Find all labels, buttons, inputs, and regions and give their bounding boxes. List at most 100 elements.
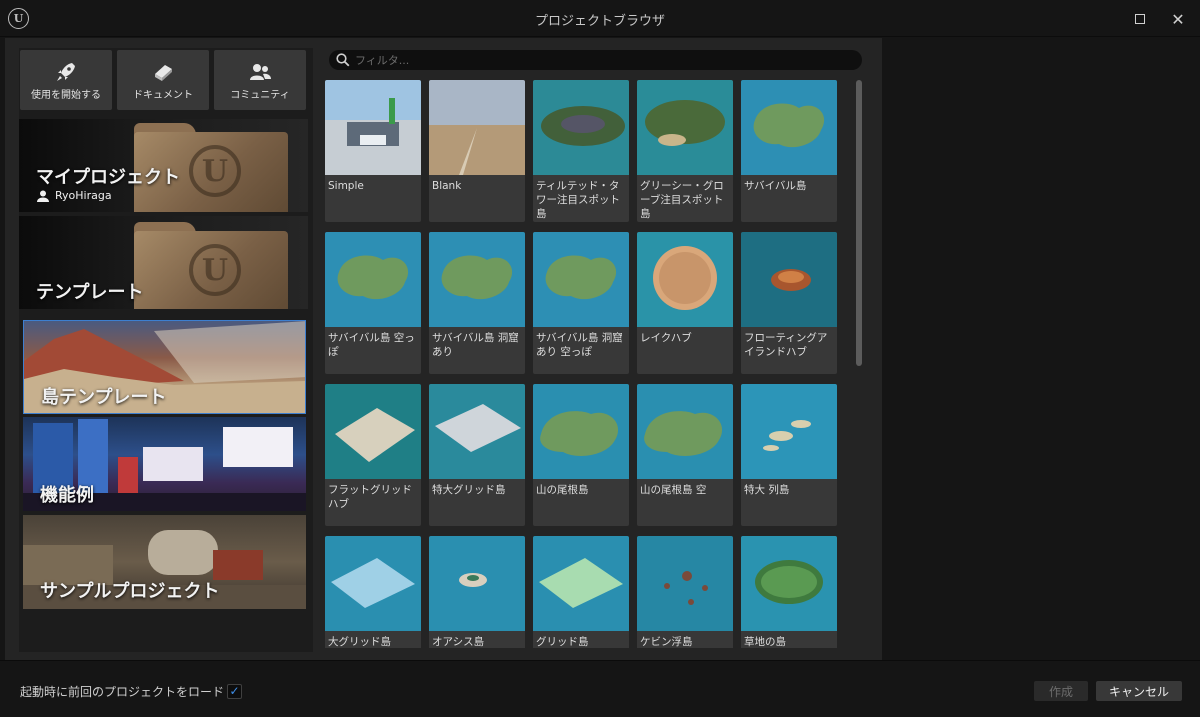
template-label: ティルテッド・タワー注目スポット島 bbox=[536, 180, 620, 220]
get-started-label: 使用を開始する bbox=[31, 90, 101, 101]
folder-icon: U bbox=[134, 222, 288, 309]
template-tile[interactable]: 山の尾根島 bbox=[533, 384, 629, 526]
template-thumbnail bbox=[741, 384, 837, 479]
template-thumbnail bbox=[533, 384, 629, 479]
template-label: サバイバル島 空っぽ bbox=[328, 332, 415, 358]
details-panel bbox=[882, 38, 1200, 660]
template-thumbnail bbox=[429, 536, 525, 631]
template-label: サバイバル島 bbox=[744, 180, 807, 192]
template-tile[interactable]: 特大グリッド島 bbox=[429, 384, 525, 526]
template-label: 特大グリッド島 bbox=[432, 484, 506, 496]
template-label: ケビン浮島 bbox=[640, 636, 693, 648]
template-tile[interactable]: フラットグリッドハブ bbox=[325, 384, 421, 526]
create-button[interactable]: 作成 bbox=[1034, 681, 1088, 701]
template-label: グリーシー・グローブ注目スポット島 bbox=[640, 180, 724, 220]
template-tile[interactable]: フローティングアイランドハブ bbox=[741, 232, 837, 374]
cancel-button[interactable]: キャンセル bbox=[1096, 681, 1182, 701]
template-thumbnail bbox=[741, 232, 837, 327]
user-name-label: RyoHiraga bbox=[55, 189, 112, 202]
book-icon bbox=[155, 65, 172, 81]
filter-search-box[interactable] bbox=[329, 50, 862, 70]
category-sample-projects[interactable]: サンプルプロジェクト bbox=[23, 515, 306, 609]
template-label: オアシス島 bbox=[432, 636, 485, 648]
title-bar: U プロジェクトブラウザ ✕ bbox=[0, 0, 1200, 37]
template-thumbnail bbox=[325, 536, 421, 631]
template-thumbnail bbox=[741, 536, 837, 631]
template-tile[interactable]: グリッド島 bbox=[533, 536, 629, 648]
template-tile[interactable]: Simple bbox=[325, 80, 421, 222]
template-tile[interactable]: レイクハブ bbox=[637, 232, 733, 374]
footer-bar: 起動時に前回のプロジェクトをロード ✓ 作成 キャンセル bbox=[0, 660, 1200, 717]
maximize-button[interactable] bbox=[1129, 8, 1151, 30]
template-tile[interactable]: 草地の島 bbox=[741, 536, 837, 648]
template-tile[interactable]: ティルテッド・タワー注目スポット島 bbox=[533, 80, 629, 222]
template-tile[interactable]: 特大 列島 bbox=[741, 384, 837, 526]
template-label: フラットグリッドハブ bbox=[328, 484, 412, 510]
template-label: フローティングアイランドハブ bbox=[744, 332, 828, 358]
template-tile[interactable]: Blank bbox=[429, 80, 525, 222]
load-last-project-label: 起動時に前回のプロジェクトをロード bbox=[20, 685, 225, 699]
get-started-button[interactable]: 使用を開始する bbox=[20, 50, 112, 110]
window-title: プロジェクトブラウザ bbox=[534, 14, 665, 29]
template-tile[interactable]: サバイバル島 洞窟あり 空っぽ bbox=[533, 232, 629, 374]
user-name: RyoHiraga bbox=[37, 189, 112, 202]
template-tile[interactable]: 山の尾根島 空 bbox=[637, 384, 733, 526]
template-thumbnail bbox=[325, 384, 421, 479]
template-thumbnail bbox=[429, 384, 525, 479]
template-thumbnail bbox=[429, 232, 525, 327]
template-thumbnail bbox=[637, 80, 733, 175]
project-browser-body: 使用を開始する ドキュメント コミュニティ U マイプロジェクト RyoHira… bbox=[5, 38, 882, 660]
template-label: レイクハブ bbox=[640, 332, 692, 344]
documentation-label: ドキュメント bbox=[133, 90, 193, 101]
template-label: Simple bbox=[328, 180, 364, 192]
template-thumbnail bbox=[637, 232, 733, 327]
search-icon bbox=[336, 53, 350, 67]
user-icon bbox=[37, 190, 49, 202]
template-grid: Simple Blank ティルテッド・タワー注目スポット島 グリーシー・グロー… bbox=[325, 80, 840, 648]
template-thumbnail bbox=[533, 232, 629, 327]
template-thumbnail bbox=[533, 80, 629, 175]
template-tile[interactable]: サバイバル島 洞窟あり bbox=[429, 232, 525, 374]
template-label: Blank bbox=[432, 180, 462, 192]
maximize-icon bbox=[1135, 14, 1145, 24]
category-panel: 使用を開始する ドキュメント コミュニティ U マイプロジェクト RyoHira… bbox=[19, 48, 313, 652]
load-last-project-checkbox[interactable]: ✓ bbox=[227, 684, 242, 699]
category-label: マイプロジェクト bbox=[36, 167, 180, 188]
template-label: 特大 列島 bbox=[744, 484, 790, 496]
template-thumbnail bbox=[741, 80, 837, 175]
template-tile[interactable]: サバイバル島 bbox=[741, 80, 837, 222]
people-icon bbox=[250, 64, 271, 80]
category-island-templates[interactable]: 島テンプレート bbox=[23, 320, 306, 414]
template-label: 山の尾根島 bbox=[536, 484, 589, 496]
template-label: サバイバル島 洞窟あり 空っぽ bbox=[536, 332, 623, 358]
template-grid-scrollbar[interactable] bbox=[856, 80, 862, 366]
template-thumbnail bbox=[325, 80, 421, 175]
template-tile[interactable]: ケビン浮島 bbox=[637, 536, 733, 648]
category-label: 島テンプレート bbox=[41, 387, 167, 408]
template-thumbnail bbox=[637, 536, 733, 631]
close-icon: ✕ bbox=[1171, 9, 1185, 29]
template-label: グリッド島 bbox=[536, 636, 589, 648]
template-thumbnail bbox=[637, 384, 733, 479]
category-my-projects[interactable]: U マイプロジェクト RyoHiraga bbox=[19, 119, 308, 212]
community-label: コミュニティ bbox=[230, 90, 290, 101]
community-button[interactable]: コミュニティ bbox=[214, 50, 306, 110]
category-label: サンプルプロジェクト bbox=[40, 581, 220, 602]
template-thumbnail bbox=[325, 232, 421, 327]
category-feature-examples[interactable]: 機能例 bbox=[23, 417, 306, 511]
template-tile[interactable]: オアシス島 bbox=[429, 536, 525, 648]
template-tile[interactable]: 大グリッド島 bbox=[325, 536, 421, 648]
template-label: 大グリッド島 bbox=[328, 636, 391, 648]
category-label: テンプレート bbox=[36, 282, 144, 303]
template-label: サバイバル島 洞窟あり bbox=[432, 332, 519, 358]
category-label: 機能例 bbox=[40, 485, 94, 506]
template-thumbnail bbox=[533, 536, 629, 631]
filter-input[interactable] bbox=[355, 51, 845, 69]
rocket-icon bbox=[57, 63, 75, 81]
checkmark-icon: ✓ bbox=[229, 684, 240, 698]
close-button[interactable]: ✕ bbox=[1167, 8, 1189, 30]
template-tile[interactable]: グリーシー・グローブ注目スポット島 bbox=[637, 80, 733, 222]
category-templates[interactable]: U テンプレート bbox=[19, 216, 308, 309]
template-tile[interactable]: サバイバル島 空っぽ bbox=[325, 232, 421, 374]
documentation-button[interactable]: ドキュメント bbox=[117, 50, 209, 110]
